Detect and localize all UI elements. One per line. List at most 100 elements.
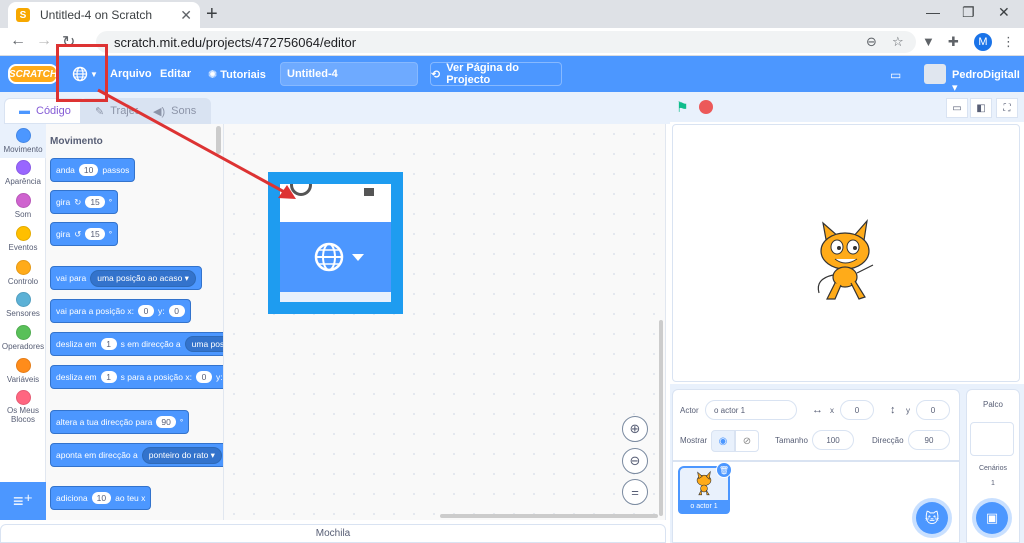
size-input[interactable]: 100 [812, 430, 854, 450]
category-sound[interactable]: Som [0, 193, 46, 219]
block-input[interactable]: 0 [196, 371, 212, 383]
minimize-icon[interactable]: — [926, 4, 940, 20]
block-dropdown[interactable]: ponteiro do rato ▾ [141, 446, 222, 464]
backpack[interactable]: Mochila [0, 524, 666, 543]
block-input[interactable]: 0 [168, 305, 185, 317]
palette-scrollbar[interactable] [216, 126, 221, 154]
new-tab-icon[interactable]: + [206, 3, 218, 26]
category-motion[interactable]: Movimento [0, 124, 46, 158]
large-stage-button[interactable]: ◧ [970, 98, 992, 118]
extensions-puzzle-icon[interactable]: ✚ [948, 34, 959, 50]
backdrops-count: 1 [991, 480, 995, 487]
block-input[interactable]: 90 [156, 416, 176, 428]
profile-avatar[interactable]: M [974, 33, 992, 51]
choose-sprite-button[interactable]: 🐱 [916, 502, 948, 534]
hide-sprite-button[interactable]: ⊘ [735, 430, 759, 452]
block-glide-to[interactable]: desliza em 1 s em direcção a uma posição [50, 332, 223, 356]
category-operators[interactable]: Operadores [0, 325, 46, 351]
category-my-blocks[interactable]: Os Meus Blocos [0, 390, 46, 425]
project-title-input[interactable]: Untitled-4 [280, 62, 418, 86]
delete-sprite-button[interactable]: 🗑 [716, 462, 732, 478]
block-glide-xy[interactable]: desliza em 1 s para a posição x: 0 y: [50, 365, 223, 389]
see-project-page-button[interactable]: ⟲ Ver Página do Projecto [430, 62, 562, 86]
sprite-name-input[interactable]: o actor 1 [705, 400, 797, 420]
equals-icon: = [631, 484, 639, 500]
block-go-to[interactable]: vai para uma posição ao acaso ▾ [50, 266, 202, 290]
stage[interactable] [672, 124, 1020, 382]
block-categories: Movimento Aparência Som Eventos Controlo… [0, 124, 46, 520]
fullscreen-button[interactable]: ⛶ [996, 98, 1018, 118]
small-stage-icon: ▭ [952, 102, 962, 114]
folder-icon[interactable]: ▭ [890, 68, 901, 82]
username-menu[interactable]: PedroDigitalI ▾ [952, 69, 1024, 94]
category-label: Movimento [3, 145, 43, 154]
category-dot [15, 292, 31, 307]
block-input[interactable]: 10 [91, 492, 112, 504]
add-extension-button[interactable]: ≡⁺ [0, 482, 46, 520]
block-point-direction[interactable]: altera a tua direcção para 90 ° [50, 410, 190, 434]
category-events[interactable]: Eventos [0, 226, 46, 252]
block-text: passos [102, 165, 130, 175]
zoom-out-button[interactable]: ⊖ [622, 448, 648, 474]
block-input[interactable]: 15 [85, 196, 105, 208]
block-go-to-xy[interactable]: vai para a posição x: 0 y: 0 [50, 299, 191, 323]
workspace-horizontal-scrollbar[interactable] [440, 514, 658, 518]
stage-pane-title: Palco [982, 400, 1003, 409]
block-point-towards[interactable]: aponta em direcção a ponteiro do rato ▾ [50, 443, 223, 467]
cat-sprite-icon[interactable] [805, 215, 885, 305]
block-input[interactable]: 10 [78, 164, 99, 176]
menu-dots-icon[interactable]: ⋮ [1002, 34, 1015, 50]
block-change-x[interactable]: adiciona 10 ao teu x [50, 486, 152, 510]
window-close-icon[interactable]: ✕ [998, 4, 1010, 21]
tutorials-button[interactable]: ✺ Tutoriais [208, 68, 266, 81]
block-text: ° [179, 417, 184, 427]
workspace-vertical-scrollbar[interactable] [659, 320, 663, 516]
close-icon[interactable]: ✕ [180, 7, 192, 24]
category-label: Sensores [6, 309, 40, 318]
tab-sounds[interactable]: ◀) Sons [138, 98, 212, 124]
block-dropdown[interactable]: uma posição [184, 336, 223, 352]
horizontal-arrows-icon: ↔ [812, 404, 823, 416]
category-control[interactable]: Controlo [0, 260, 46, 286]
file-menu[interactable]: Arquivo [110, 68, 152, 80]
y-input[interactable]: 0 [916, 400, 950, 420]
block-input[interactable]: 15 [85, 228, 105, 240]
edit-menu[interactable]: Editar [160, 68, 191, 80]
block-text: y: [216, 372, 223, 382]
zoom-out-icon: ⊖ [629, 453, 641, 468]
extension-filter-icon[interactable]: ▼ [922, 34, 935, 49]
small-stage-button[interactable]: ▭ [946, 98, 968, 118]
block-input[interactable]: 1 [100, 371, 117, 383]
url-input[interactable]: scratch.mit.edu/projects/472756064/edito… [96, 31, 916, 53]
block-move-steps[interactable]: anda 10 passos [50, 158, 136, 182]
block-text: adiciona [56, 493, 88, 503]
back-icon[interactable]: ← [10, 32, 26, 50]
green-flag-icon[interactable]: ⚑ [676, 99, 689, 116]
show-sprite-button[interactable]: ◉ [711, 430, 735, 452]
category-dot [15, 128, 31, 143]
category-looks[interactable]: Aparência [0, 160, 46, 186]
bookmark-star-icon[interactable]: ☆ [892, 34, 904, 50]
block-text: desliza em [56, 339, 97, 349]
block-input[interactable]: 0 [137, 305, 154, 317]
user-avatar[interactable] [924, 64, 946, 84]
stage-thumbnail[interactable] [970, 422, 1014, 456]
zoom-icon[interactable]: ⊖ [866, 34, 877, 50]
choose-backdrop-button[interactable]: ▣ [976, 502, 1008, 534]
x-input[interactable]: 0 [840, 400, 874, 420]
category-sensing[interactable]: Sensores [0, 292, 46, 318]
scratch-logo[interactable]: SCRATCH [8, 64, 58, 84]
block-input[interactable]: 1 [100, 338, 117, 350]
block-dropdown[interactable]: uma posição ao acaso ▾ [90, 269, 196, 287]
sprite-tile-label: o actor 1 [678, 500, 730, 514]
forward-icon[interactable]: → [36, 32, 52, 50]
zoom-in-button[interactable]: ⊕ [622, 416, 648, 442]
direction-input[interactable]: 90 [908, 430, 950, 450]
category-variables[interactable]: Variáveis [0, 358, 46, 384]
block-turn-right[interactable]: gira ↻ 15 ° [50, 190, 119, 214]
browser-tab[interactable]: S Untitled-4 on Scratch ✕ [8, 2, 200, 28]
block-turn-left[interactable]: gira ↺ 15 ° [50, 222, 119, 246]
restore-icon[interactable]: ❐ [962, 4, 975, 21]
stop-icon[interactable] [699, 100, 713, 114]
zoom-reset-button[interactable]: = [622, 479, 648, 505]
